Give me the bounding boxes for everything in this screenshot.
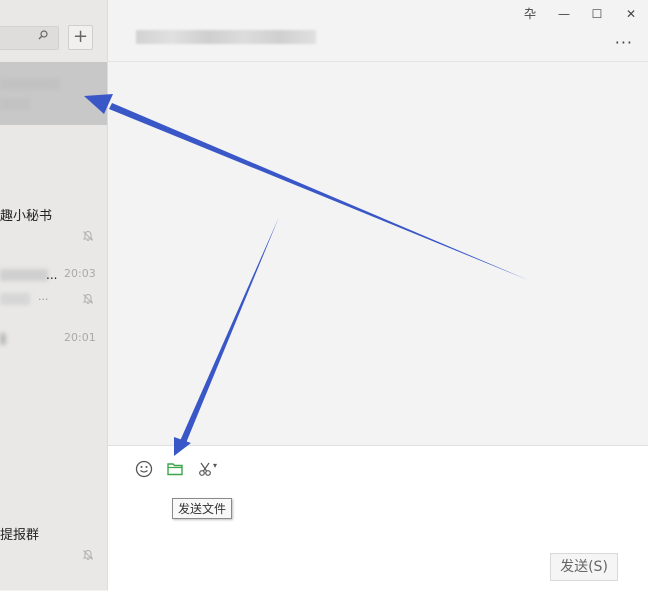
message-preview-ellipsis: ... xyxy=(38,290,49,303)
contact-name-blurred xyxy=(0,333,6,345)
conversation-item-selected[interactable] xyxy=(0,62,107,125)
chat-window: 卆 — ☐ ✕ ··· ▾ 发送文件 发送(S) xyxy=(107,0,648,591)
contact-name-blurred xyxy=(0,78,60,90)
chat-list-sidebar: + 趣小秘书 ... 20:03 ... 20:01 提报群 xyxy=(0,0,107,590)
contact-name-blurred xyxy=(0,269,48,281)
message-preview-blurred xyxy=(0,98,30,110)
conversation-item[interactable]: 提报群 xyxy=(0,508,107,572)
message-input-panel[interactable]: ▾ 发送文件 发送(S) xyxy=(108,445,648,591)
contact-name: 提报群 xyxy=(0,528,40,543)
contact-name-ellipsis: ... xyxy=(46,268,58,282)
message-preview-blurred xyxy=(0,293,30,305)
pin-icon[interactable]: 卆 xyxy=(521,5,539,23)
search-icon xyxy=(38,30,48,40)
mute-bell-icon xyxy=(83,230,93,242)
add-chat-button[interactable]: + xyxy=(68,25,93,50)
send-file-folder-icon[interactable] xyxy=(165,459,185,479)
mute-bell-icon xyxy=(83,293,93,305)
mute-bell-icon xyxy=(83,549,93,561)
maximize-icon[interactable]: ☐ xyxy=(588,5,606,23)
minimize-icon[interactable]: — xyxy=(555,5,573,23)
send-button[interactable]: 发送(S) xyxy=(550,553,618,581)
conversation-item[interactable]: 20:01 xyxy=(0,316,107,380)
conversation-item[interactable]: 趣小秘书 xyxy=(0,190,107,252)
message-time: 20:03 xyxy=(64,267,96,280)
close-icon[interactable]: ✕ xyxy=(622,5,640,23)
send-file-tooltip: 发送文件 xyxy=(172,498,233,519)
emoji-icon[interactable] xyxy=(134,459,154,479)
chat-title-blurred xyxy=(136,30,316,44)
more-options-icon[interactable]: ··· xyxy=(615,33,633,52)
conversation-item[interactable]: ... 20:03 ... xyxy=(0,252,107,316)
message-area[interactable] xyxy=(108,62,648,445)
chevron-down-icon[interactable]: ▾ xyxy=(213,461,217,470)
contact-name: 趣小秘书 xyxy=(0,209,53,224)
message-time: 20:01 xyxy=(64,331,96,344)
search-input[interactable] xyxy=(0,26,59,50)
